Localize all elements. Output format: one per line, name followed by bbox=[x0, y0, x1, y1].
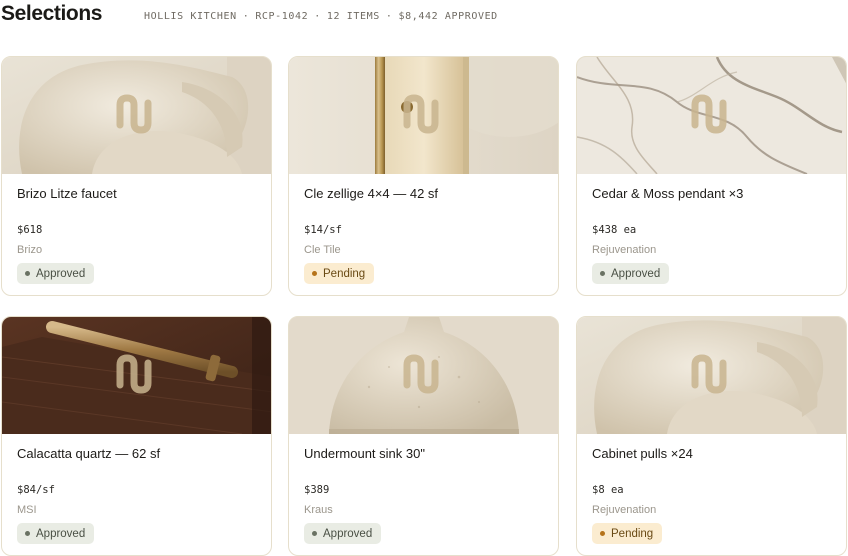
status-badge: Pending bbox=[592, 523, 663, 544]
product-image-armchair bbox=[577, 317, 846, 434]
item-price: $618 bbox=[17, 224, 43, 236]
product-image-armchair bbox=[2, 57, 271, 174]
item-vendor: Rejuvenation bbox=[592, 504, 657, 516]
status-dot-icon bbox=[600, 531, 605, 536]
item-vendor: Cle Tile bbox=[304, 244, 341, 256]
item-name: Cedar & Moss pendant ×3 bbox=[592, 186, 744, 201]
product-image-walnut-pull bbox=[2, 317, 271, 434]
selection-card[interactable]: Brizo Litze faucet $618 Brizo Approved bbox=[1, 56, 272, 296]
item-vendor: Kraus bbox=[304, 504, 333, 516]
page-header: Selections HOLLIS KITCHEN · RCP-1042 · 12 IT… bbox=[0, 0, 848, 32]
item-vendor: Rejuvenation bbox=[592, 244, 657, 256]
item-name: Calacatta quartz — 62 sf bbox=[17, 446, 161, 461]
page-title: Selections bbox=[1, 2, 103, 25]
selection-card[interactable]: Cle zellige 4×4 — 42 sf $14/sf Cle Tile … bbox=[288, 56, 559, 296]
status-dot-icon bbox=[600, 271, 605, 276]
item-vendor: Brizo bbox=[17, 244, 43, 256]
item-name: Undermount sink 30" bbox=[304, 446, 425, 461]
product-image-brass-sconce bbox=[289, 57, 558, 174]
status-dot-icon bbox=[25, 271, 30, 276]
item-price: $438 ea bbox=[592, 224, 637, 236]
item-price: $14/sf bbox=[304, 224, 342, 236]
status-badge: Approved bbox=[592, 263, 670, 284]
status-dot-icon bbox=[312, 271, 317, 276]
approved-total: $8,442 APPROVED bbox=[398, 11, 498, 22]
project-name: HOLLIS KITCHEN bbox=[144, 11, 237, 22]
item-vendor: MSI bbox=[17, 504, 37, 516]
item-name: Cabinet pulls ×24 bbox=[592, 446, 693, 461]
status-dot-icon bbox=[312, 531, 317, 536]
item-price: $389 bbox=[304, 484, 330, 496]
selection-card[interactable]: Cabinet pulls ×24 $8 ea Rejuvenation Pen… bbox=[576, 316, 847, 556]
status-badge: Approved bbox=[304, 523, 382, 544]
selection-card[interactable]: Cedar & Moss pendant ×3 $438 ea Rejuvena… bbox=[576, 56, 847, 296]
item-price: $84/sf bbox=[17, 484, 55, 496]
item-name: Cle zellige 4×4 — 42 sf bbox=[304, 186, 439, 201]
items-count: 12 ITEMS bbox=[326, 11, 380, 22]
project-meta: HOLLIS KITCHEN · RCP-1042 · 12 ITEMS · $8,442 … bbox=[144, 11, 498, 22]
selection-card[interactable]: Calacatta quartz — 62 sf $84/sf MSI Appr… bbox=[1, 316, 272, 556]
product-image-marble-slab bbox=[577, 57, 846, 174]
status-badge: Approved bbox=[17, 523, 95, 544]
status-badge: Pending bbox=[304, 263, 375, 284]
item-name: Brizo Litze faucet bbox=[17, 186, 117, 201]
status-badge: Approved bbox=[17, 263, 95, 284]
selection-card[interactable]: Undermount sink 30" $389 Kraus Approved bbox=[288, 316, 559, 556]
project-code: RCP-1042 bbox=[255, 11, 309, 22]
product-image-ceramic-vase bbox=[289, 317, 558, 434]
status-dot-icon bbox=[25, 531, 30, 536]
item-price: $8 ea bbox=[592, 484, 624, 496]
